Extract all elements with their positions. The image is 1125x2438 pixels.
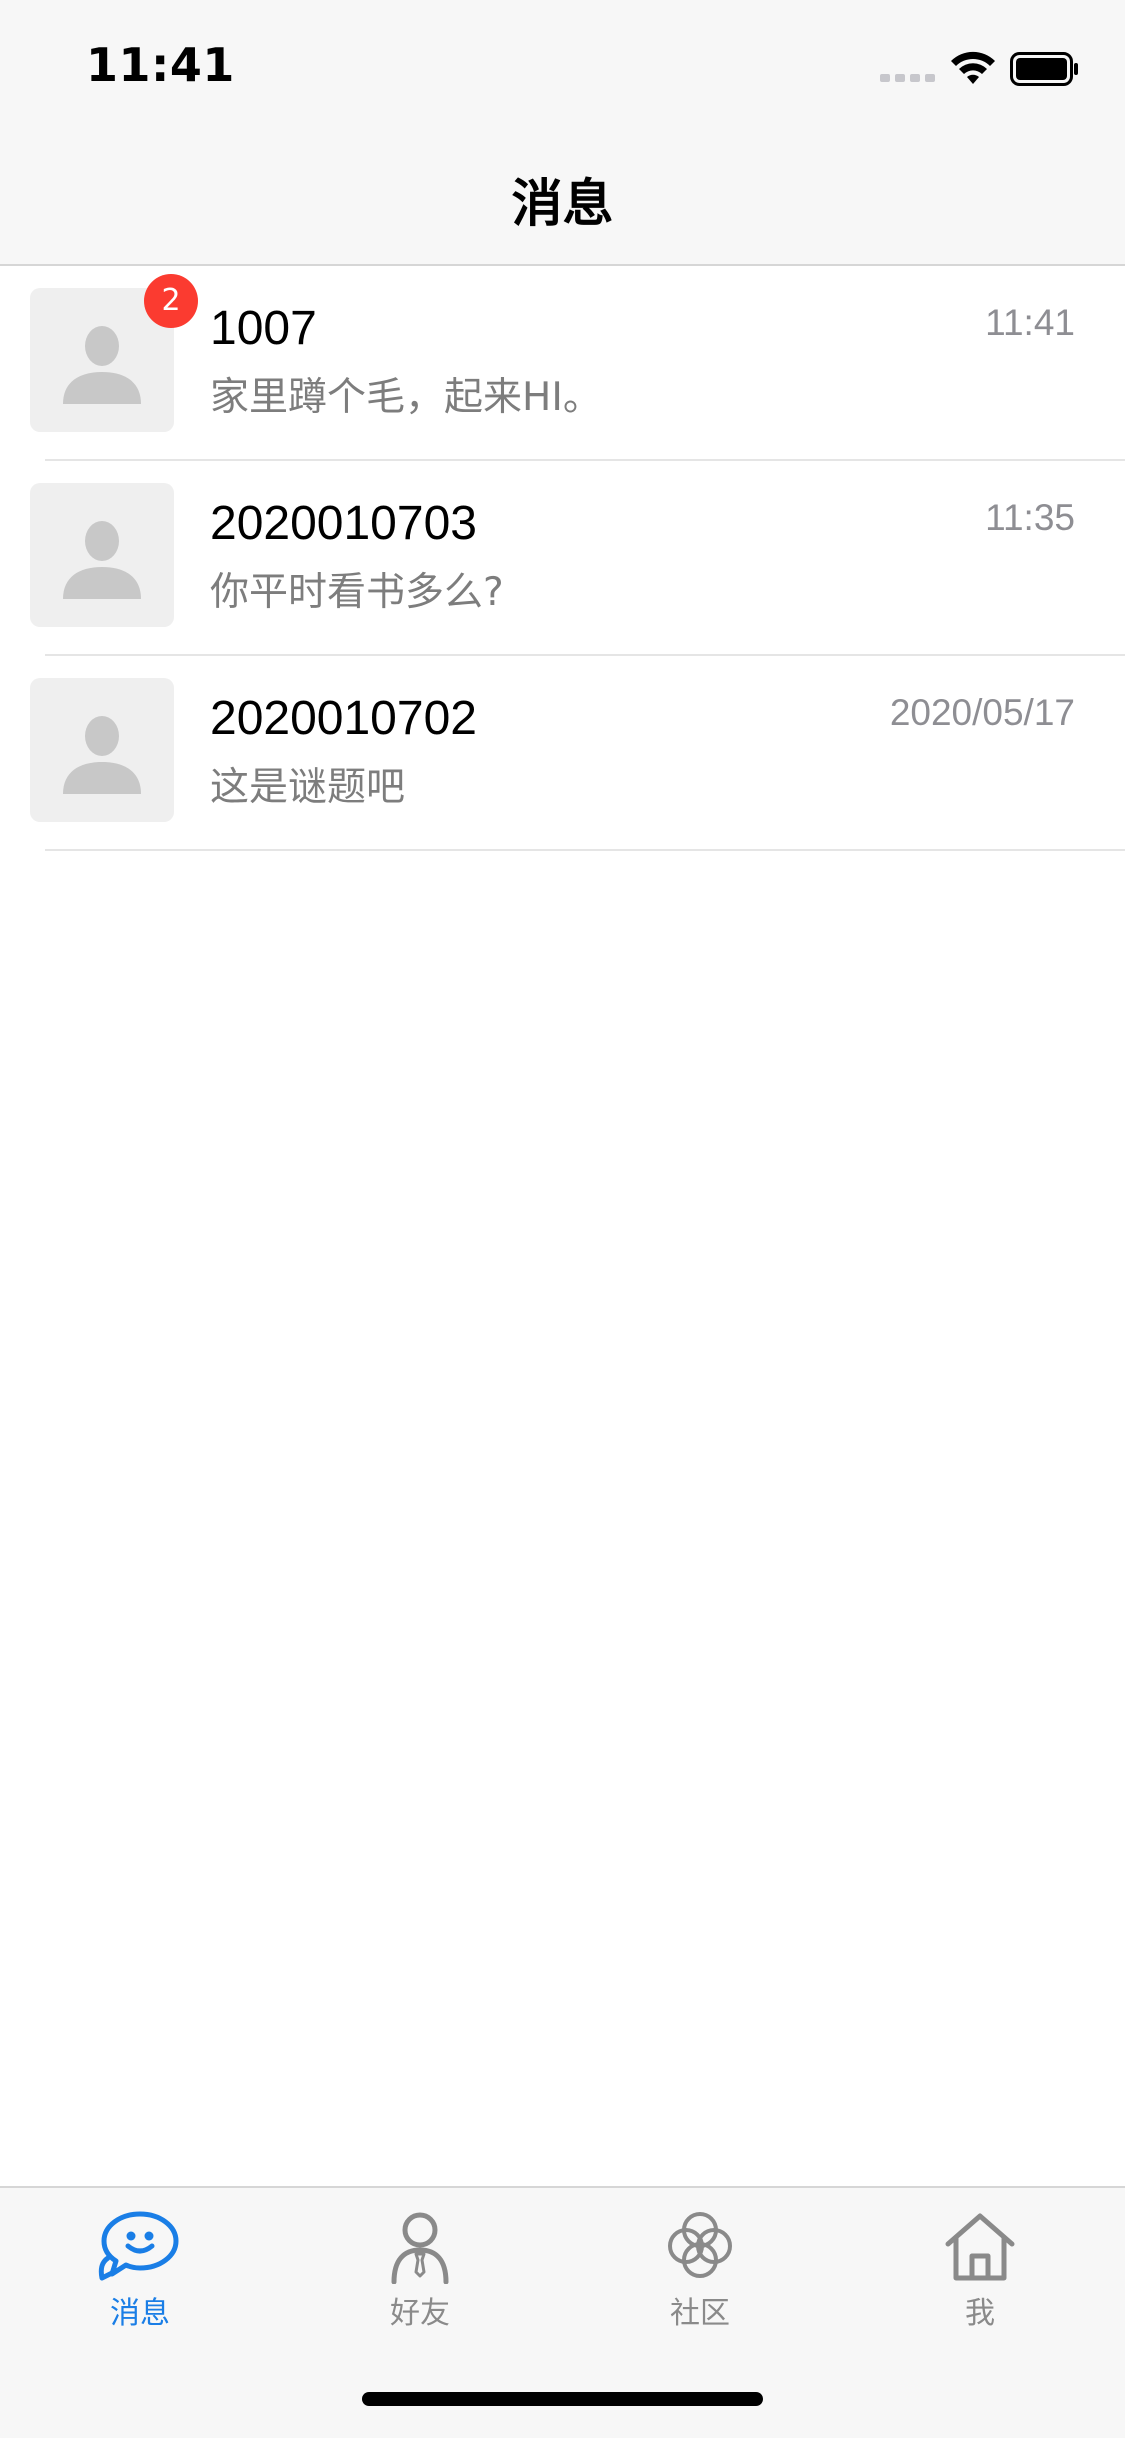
default-user-icon <box>63 716 141 794</box>
cellular-signal-icon <box>880 74 935 82</box>
row-divider <box>45 849 1125 851</box>
avatar <box>30 678 174 822</box>
conversation-list: 2 1007 家里蹲个毛，起来HI。 11:41 2020010703 你平时看… <box>0 266 1125 851</box>
conversation-preview: 家里蹲个毛，起来HI。 <box>210 375 602 420</box>
navigation-bar: 消息 <box>0 132 1125 266</box>
default-user-icon <box>63 521 141 599</box>
conversation-preview: 这是谜题吧 <box>210 765 406 810</box>
home-indicator[interactable] <box>362 2392 763 2406</box>
conversation-row[interactable]: 2020010702 这是谜题吧 2020/05/17 <box>0 656 1125 851</box>
wifi-icon <box>951 51 995 84</box>
conversation-name: 2020010702 <box>210 692 477 745</box>
page-title: 消息 <box>511 175 614 234</box>
chat-bubble-icon <box>98 2211 179 2281</box>
tab-friends[interactable]: 好友 <box>320 2208 520 2338</box>
conversation-row[interactable]: 2020010703 你平时看书多么? 11:35 <box>0 461 1125 656</box>
status-bar: 11:41 <box>0 0 1125 132</box>
conversation-preview: 你平时看书多么? <box>210 570 504 615</box>
tab-community[interactable]: 社区 <box>600 2208 800 2338</box>
tab-label: 社区 <box>670 2296 730 2331</box>
unread-badge: 2 <box>144 274 198 328</box>
conversation-row[interactable]: 2 1007 家里蹲个毛，起来HI。 11:41 <box>0 266 1125 461</box>
tab-label: 我 <box>965 2296 995 2331</box>
conversation-time: 11:41 <box>985 302 1075 343</box>
tab-me[interactable]: 我 <box>880 2208 1080 2338</box>
conversation-time: 11:35 <box>985 497 1075 538</box>
tab-label: 消息 <box>110 2296 170 2331</box>
person-icon <box>391 2212 449 2284</box>
battery-icon <box>1010 52 1078 86</box>
conversation-name: 2020010703 <box>210 497 477 550</box>
status-time: 11:41 <box>86 38 235 92</box>
avatar <box>30 483 174 627</box>
home-icon <box>945 2213 1015 2281</box>
tab-messages[interactable]: 消息 <box>40 2208 240 2338</box>
tab-label: 好友 <box>390 2296 450 2331</box>
default-user-icon <box>63 326 141 404</box>
community-rings-icon <box>668 2212 732 2278</box>
conversation-name: 1007 <box>210 302 317 355</box>
conversation-time: 2020/05/17 <box>889 692 1075 733</box>
